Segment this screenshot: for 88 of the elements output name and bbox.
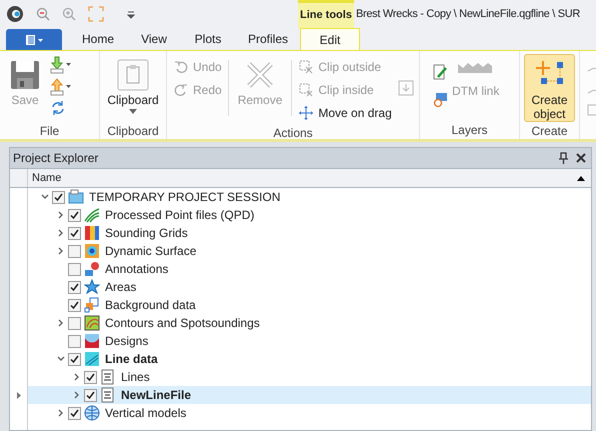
wave-lines-icon	[84, 207, 100, 223]
dropdown-caret-icon	[129, 109, 137, 114]
ribbon-tab[interactable]: Edit	[300, 28, 360, 50]
checkbox[interactable]	[68, 352, 81, 366]
zoom-extents-icon	[88, 6, 104, 22]
list-document-icon	[100, 369, 116, 385]
color-surface-icon	[84, 243, 100, 259]
move-arrows-icon	[298, 105, 314, 121]
ribbon-group-label: Layers	[450, 122, 489, 139]
cross-section-icon	[84, 333, 100, 349]
star-shape-icon	[84, 279, 100, 295]
checkbox[interactable]	[68, 406, 81, 420]
refresh-icon	[50, 100, 66, 116]
tree-item[interactable]: Vertical models	[103, 404, 188, 422]
tree-item[interactable]: Annotations	[103, 260, 170, 278]
tree-item[interactable]: Background data	[103, 296, 198, 314]
line-layer-icon	[84, 351, 100, 367]
overlapping-squares-icon	[84, 297, 100, 313]
tree-item[interactable]: Dynamic Surface	[103, 242, 198, 260]
expand-chevron-icon[interactable]	[73, 391, 81, 399]
clip-inside-icon	[298, 82, 314, 98]
app-logo-icon	[6, 5, 24, 23]
filter-icon	[398, 80, 414, 96]
tree-item[interactable]: TEMPORARY PROJECT SESSION	[87, 188, 282, 206]
tree-item[interactable]: Areas	[103, 278, 138, 296]
clip-outside-icon	[298, 59, 314, 75]
folder-icon	[68, 189, 84, 205]
ribbon-tab[interactable]: Home	[68, 28, 128, 50]
current-row-indicator-icon	[17, 392, 21, 399]
column-header: Name	[31, 170, 62, 186]
color-grid-icon	[84, 225, 100, 241]
contour-map-icon	[84, 315, 100, 331]
expand-chevron-icon[interactable]	[57, 211, 65, 219]
expand-chevron-icon[interactable]	[57, 247, 65, 255]
zoom-in-icon	[62, 7, 76, 21]
zoom-out-icon	[36, 7, 50, 21]
redo-icon	[173, 82, 189, 98]
collapse-chevron-icon[interactable]	[41, 193, 49, 201]
tree-item[interactable]: Contours and Spotsoundings	[103, 314, 262, 332]
expand-chevron-icon[interactable]	[57, 229, 65, 237]
globe-icon	[84, 405, 100, 421]
window-title: Brest Wrecks - Copy \ NewLineFile.qgfline \ SUR	[354, 6, 580, 22]
sort-ascending-icon	[577, 176, 585, 180]
edit-layer-icon	[432, 64, 448, 80]
close-icon	[576, 153, 586, 163]
ribbon-tab[interactable]: Profiles	[236, 28, 300, 50]
file-menu-button[interactable]	[6, 29, 62, 50]
collapse-chevron-icon[interactable]	[57, 355, 65, 363]
tree-item[interactable]: Line data	[103, 350, 160, 368]
checkbox[interactable]	[68, 280, 81, 294]
checkbox[interactable]	[84, 388, 97, 402]
tree-item[interactable]: Sounding Grids	[103, 224, 190, 242]
expand-chevron-icon[interactable]	[73, 373, 81, 381]
ribbon-tab[interactable]: View	[128, 28, 180, 50]
clipboard-icon	[117, 59, 149, 91]
upload-icon	[50, 78, 72, 96]
create-button[interactable]: Create object	[524, 54, 575, 122]
checkbox[interactable]	[68, 244, 81, 258]
list-document-icon	[100, 387, 116, 403]
search-layer-icon	[432, 92, 448, 108]
checkbox[interactable]	[68, 316, 81, 330]
checkbox[interactable]	[84, 370, 97, 384]
expand-chevron-icon[interactable]	[57, 409, 65, 417]
tree-item[interactable]: Lines	[119, 368, 152, 386]
ribbon-group-label: Actions	[272, 125, 314, 139]
checkbox[interactable]	[68, 208, 81, 222]
clipboard-button[interactable]: Clipboard	[102, 54, 164, 122]
pin-icon	[558, 152, 568, 164]
expand-chevron-icon[interactable]	[57, 319, 65, 327]
move-button[interactable]: Move on drag	[296, 102, 394, 124]
tree-item[interactable]: Processed Point files (QPD)	[103, 206, 256, 224]
ribbon-group-label: Clipboard	[106, 123, 160, 139]
contextual-tab-label: Line tools	[298, 0, 354, 28]
customize-toolbar-icon	[126, 9, 136, 19]
checkbox[interactable]	[68, 334, 81, 348]
ribbon-group-label: Create	[530, 123, 569, 139]
checkbox[interactable]	[68, 226, 81, 240]
download-icon	[50, 56, 72, 74]
undo-icon	[173, 59, 189, 75]
ribbon-tab[interactable]: Plots	[180, 28, 236, 50]
checkbox[interactable]	[68, 298, 81, 312]
checkbox[interactable]	[68, 262, 81, 276]
checkbox[interactable]	[52, 190, 65, 204]
tree-item[interactable]: Designs	[103, 332, 150, 350]
ribbon-group-label: File	[38, 123, 60, 139]
menu-icon	[23, 34, 45, 46]
pin-marker-icon	[84, 261, 100, 277]
panel-title: Project Explorer	[13, 150, 100, 167]
